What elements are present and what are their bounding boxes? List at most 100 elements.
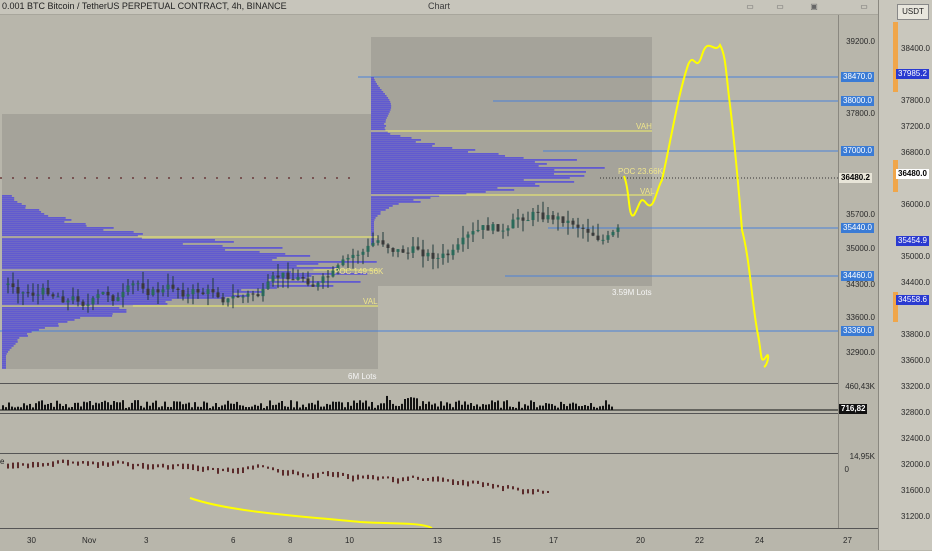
osc-candle: [437, 476, 439, 482]
restore-icon[interactable]: ▭: [774, 2, 786, 12]
maximize-icon[interactable]: ▭: [744, 2, 756, 12]
osc-candle: [122, 461, 124, 464]
osc-candle: [457, 481, 459, 485]
volume-bar: [95, 402, 97, 410]
candle-body: [156, 289, 160, 293]
volume-bar: [56, 400, 58, 410]
osc-candle: [537, 489, 539, 492]
candle-body: [326, 276, 330, 278]
osc-candle: [547, 490, 549, 493]
candle-body: [251, 293, 255, 295]
candle-body: [421, 249, 425, 257]
volume-bar: [227, 400, 229, 410]
profile-bar: [2, 255, 311, 257]
volume-bar: [323, 406, 325, 410]
profile-bar: [2, 253, 286, 255]
candle-body: [276, 275, 280, 278]
profile-bar: [2, 251, 260, 253]
time-axis[interactable]: 30 Nov 3 6 8 10 13 15 17 20 22 24 27: [0, 528, 878, 551]
profile-bar: [371, 203, 399, 205]
osc-candle: [432, 476, 434, 482]
candle-body: [451, 249, 455, 256]
candle-body: [211, 289, 215, 293]
candle-body: [141, 283, 145, 289]
right-price-panel[interactable]: USDT 38400.0 37985.2 37800.0 37200.0 368…: [878, 0, 932, 550]
volume-bar: [464, 401, 466, 410]
profile-bar: [371, 93, 385, 95]
profile-2-poc: POC 23.66K: [618, 167, 663, 176]
time-tick: 20: [636, 536, 645, 545]
osc-candle: [202, 466, 204, 472]
candle-body: [541, 212, 545, 220]
candle-body: [61, 296, 65, 303]
candle-body: [21, 292, 25, 294]
price-tick: 37800.0: [846, 109, 875, 118]
oscillator-pane[interactable]: e: [0, 453, 838, 529]
osc-candle: [227, 467, 229, 472]
candle-body: [391, 247, 395, 252]
level-label-35440[interactable]: 35440.0: [841, 223, 874, 233]
price-tick: 34300.0: [846, 280, 875, 289]
right-tick: 37200.0: [901, 122, 930, 131]
candle-body: [396, 249, 400, 252]
volume-bar: [296, 401, 298, 410]
osc-candle: [477, 480, 479, 484]
candle-body: [241, 296, 245, 298]
candle-body: [406, 252, 410, 254]
osc-candle: [142, 462, 144, 469]
profile-bar: [2, 259, 273, 261]
volume-bar: [104, 400, 106, 410]
profile-bar: [2, 195, 12, 197]
candle-body: [571, 220, 575, 225]
volume-bar: [353, 400, 355, 410]
hand-drawn-trend[interactable]: [189, 497, 433, 529]
candle-body: [311, 284, 315, 287]
volume-bar: [146, 401, 148, 410]
level-label-33360[interactable]: 33360.0: [841, 326, 874, 336]
volume-pane[interactable]: [0, 383, 838, 414]
level-label-38000[interactable]: 38000.0: [841, 96, 874, 106]
time-tick: 13: [433, 536, 442, 545]
candle-body: [26, 292, 30, 294]
price-axis[interactable]: 39200.0 38470.0 38000.0 37800.0 37000.0 …: [838, 15, 879, 528]
volume-bar: [92, 405, 94, 410]
volume-bar: [230, 403, 232, 410]
volume-bar: [527, 405, 529, 410]
osc-candle: [287, 470, 289, 476]
volume-bar: [332, 401, 334, 410]
volume-bar: [542, 405, 544, 410]
currency-selector[interactable]: USDT: [897, 4, 929, 20]
profile-bar: [371, 227, 374, 229]
osc-candle: [447, 479, 449, 482]
profile-bar: [371, 85, 379, 87]
price-chart-pane[interactable]: 6M Lots VAL POC 149.56K 3.59M Lots VAH P…: [0, 15, 838, 383]
empty-indicator-pane[interactable]: [0, 413, 838, 454]
level-label-37000[interactable]: 37000.0: [841, 146, 874, 156]
fullscreen-icon[interactable]: ▣: [808, 2, 820, 12]
profile-bar: [371, 147, 453, 149]
profile-bar: [2, 309, 127, 311]
profile-bar: [2, 353, 7, 355]
profile-1-lots: 6M Lots: [348, 372, 377, 381]
window-close-icon[interactable]: ▭: [858, 2, 870, 12]
oscillator-label: e: [0, 457, 5, 466]
time-tick: 10: [345, 536, 354, 545]
candle-body: [36, 294, 40, 296]
volume-bar: [533, 401, 535, 410]
level-label-38470[interactable]: 38470.0: [841, 72, 874, 82]
candle-body: [581, 227, 585, 229]
candle-body: [51, 294, 55, 297]
osc-candle: [137, 463, 139, 467]
profile-bar: [371, 105, 392, 107]
profile-bar: [371, 87, 380, 89]
osc-candle: [72, 461, 74, 464]
candle-body: [281, 272, 285, 278]
volume-bar: [62, 406, 64, 410]
profile-bar: [371, 107, 392, 109]
volume-bar: [110, 404, 112, 410]
candle-body: [411, 246, 415, 253]
profile-bar: [2, 197, 15, 199]
candle-body: [131, 283, 135, 286]
volume-bar: [461, 404, 463, 410]
osc-candle: [112, 461, 114, 466]
